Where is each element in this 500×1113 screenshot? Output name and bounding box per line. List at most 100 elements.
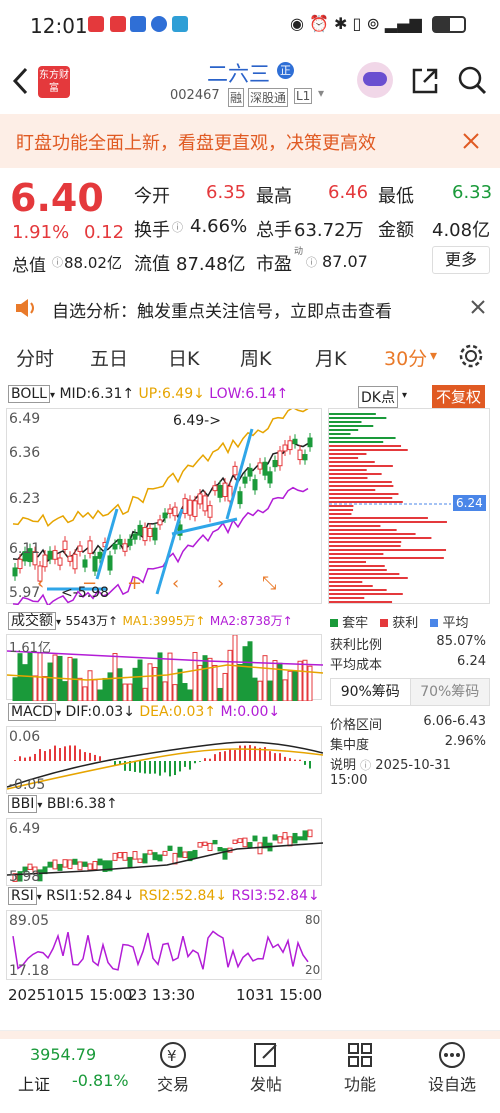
macd-bar <box>149 761 151 774</box>
macd-legend: MACD ▾ DIF:0.03↓ DEA:0.03↑ M:0.00↓ <box>8 703 280 721</box>
close-icon[interactable] <box>470 299 486 315</box>
chevron-down-icon[interactable]: ▾ <box>430 348 437 364</box>
chip-bar <box>329 525 381 527</box>
macd-bar <box>174 761 176 776</box>
more-button[interactable]: 更多 <box>432 246 490 274</box>
tab-70-chips[interactable]: 70%筹码 <box>410 679 489 705</box>
chip-distribution[interactable]: 6.24 <box>328 408 490 604</box>
kline-panel[interactable]: ‹ − + ‹ › ⤡ 6.49 6.36 6.23 6.11 5.97 6.49-> <… <box>6 406 322 608</box>
macd-bar <box>254 746 256 761</box>
macd-bar <box>224 751 226 761</box>
chip-bar <box>329 493 399 495</box>
info-icon[interactable]: ⓘ <box>52 254 63 270</box>
concentration-row: 集中度 2.96% <box>330 734 490 753</box>
bbi-candle <box>272 834 278 841</box>
index-pct[interactable]: -0.81% <box>72 1071 129 1090</box>
tab-five-day[interactable]: 五日 <box>90 344 128 371</box>
macd-bar <box>79 749 81 761</box>
bbi-candle <box>252 835 258 842</box>
candle <box>187 499 193 516</box>
candle <box>222 482 228 498</box>
nav-trade[interactable]: ¥ 交易 <box>143 1039 203 1095</box>
close-icon[interactable] <box>462 132 480 150</box>
info-icon[interactable]: ⓘ <box>306 254 317 270</box>
macd-bar <box>139 761 141 773</box>
candle <box>247 467 253 477</box>
volume-bar <box>197 664 203 702</box>
profit-ratio-label: 获利比例 <box>330 638 383 653</box>
amount-label: 金额 <box>378 220 414 241</box>
chevron-down-icon[interactable]: ▾ <box>318 86 324 100</box>
volume-bar <box>82 686 88 702</box>
macd-bar <box>74 745 76 761</box>
macd-bar <box>89 752 91 761</box>
open-label: 今开 <box>134 186 170 207</box>
note-label: 说明 <box>330 758 357 773</box>
volume-bar <box>162 681 168 702</box>
volume-bar <box>267 680 273 702</box>
rsi-selector[interactable]: RSI <box>8 887 37 905</box>
bbi-selector[interactable]: BBI <box>8 795 38 813</box>
volume-bar <box>292 670 298 702</box>
tab-monthly-k[interactable]: 月K <box>315 344 346 371</box>
bbi-panel[interactable]: 6.49 5.98 <box>6 818 324 886</box>
macd-bar <box>94 754 96 761</box>
boll-selector[interactable]: BOLL <box>8 385 50 403</box>
bottom-nav: 3954.79 上证 -0.81% ¥ 交易 发帖 功能 设自选 <box>0 1030 500 1113</box>
tab-90-chips[interactable]: 90%筹码 <box>331 679 411 705</box>
tab-30min[interactable]: 30分 <box>384 344 427 371</box>
y-tick: 6.23 <box>9 491 41 507</box>
candle <box>107 555 113 571</box>
nav-post[interactable]: 发帖 <box>236 1039 296 1095</box>
bbi-candle <box>177 846 183 858</box>
info-icon[interactable]: ⓘ <box>360 759 371 772</box>
tab-intraday[interactable]: 分时 <box>16 344 54 371</box>
back-arrow-icon[interactable] <box>10 66 32 96</box>
alert-notice[interactable]: 自选分析：触发重点关注信号，立即点击查看 <box>0 284 500 330</box>
volume-bar <box>107 672 113 702</box>
volume-bar <box>42 676 48 702</box>
gear-icon[interactable] <box>458 343 484 369</box>
volume-bar <box>47 662 53 702</box>
volume-selector[interactable]: 成交额 <box>8 612 56 630</box>
legend-trapped: 套牢 <box>330 612 368 631</box>
macd-panel[interactable]: 0.06 -0.05 <box>6 726 324 794</box>
search-icon[interactable] <box>456 64 488 96</box>
volume-bar <box>147 663 153 702</box>
chevron-down-icon[interactable]: ▾ <box>402 390 407 401</box>
tab-weekly-k[interactable]: 周K <box>240 344 271 371</box>
volume-bar <box>227 649 233 702</box>
bbi-candle <box>182 851 188 858</box>
candle <box>242 476 248 484</box>
chip-bar <box>329 601 393 603</box>
share-icon[interactable] <box>410 66 440 96</box>
chip-bar <box>329 549 447 551</box>
info-icon[interactable]: ⓘ <box>172 219 183 235</box>
stock-header: 东方财富 二六三 正 002467 融 深股通 L1 ▾ <box>0 52 500 112</box>
avg-cost-tag: 6.24 <box>453 495 486 511</box>
macd-bar <box>39 749 41 761</box>
dk-point-selector[interactable]: DK点 <box>358 386 398 408</box>
promo-banner[interactable]: 盯盘功能全面上新，看盘更直观，决策更高效 <box>0 114 500 168</box>
candle <box>252 479 258 491</box>
volume-panel[interactable]: 1.61亿 <box>6 634 324 702</box>
volume-bar <box>152 666 158 702</box>
tab-daily-k[interactable]: 日K <box>168 344 199 371</box>
nav-functions[interactable]: 功能 <box>330 1039 390 1095</box>
volume-bar <box>102 677 108 702</box>
rsi-panel[interactable]: 89.05 17.18 80 20 <box>6 910 322 980</box>
adjust-button[interactable]: 不复权 <box>432 385 486 408</box>
y-tick: 89.05 <box>9 913 50 929</box>
macd-bar <box>209 758 211 761</box>
nav-add-watch[interactable]: 设自选 <box>422 1039 482 1095</box>
chip-bar <box>329 589 387 591</box>
volume-bar <box>157 652 163 702</box>
rsi3: RSI3:52.84↓ <box>231 888 320 904</box>
assistant-avatar[interactable] <box>357 62 393 98</box>
index-name[interactable]: 上证 <box>18 1071 50 1095</box>
index-value[interactable]: 3954.79 <box>30 1045 96 1064</box>
candle <box>92 556 98 572</box>
banner-text: 盯盘功能全面上新，看盘更直观，决策更高效 <box>16 133 376 154</box>
profit-ratio-row: 获利比例 85.07% <box>330 634 490 653</box>
macd-selector[interactable]: MACD <box>8 703 56 721</box>
